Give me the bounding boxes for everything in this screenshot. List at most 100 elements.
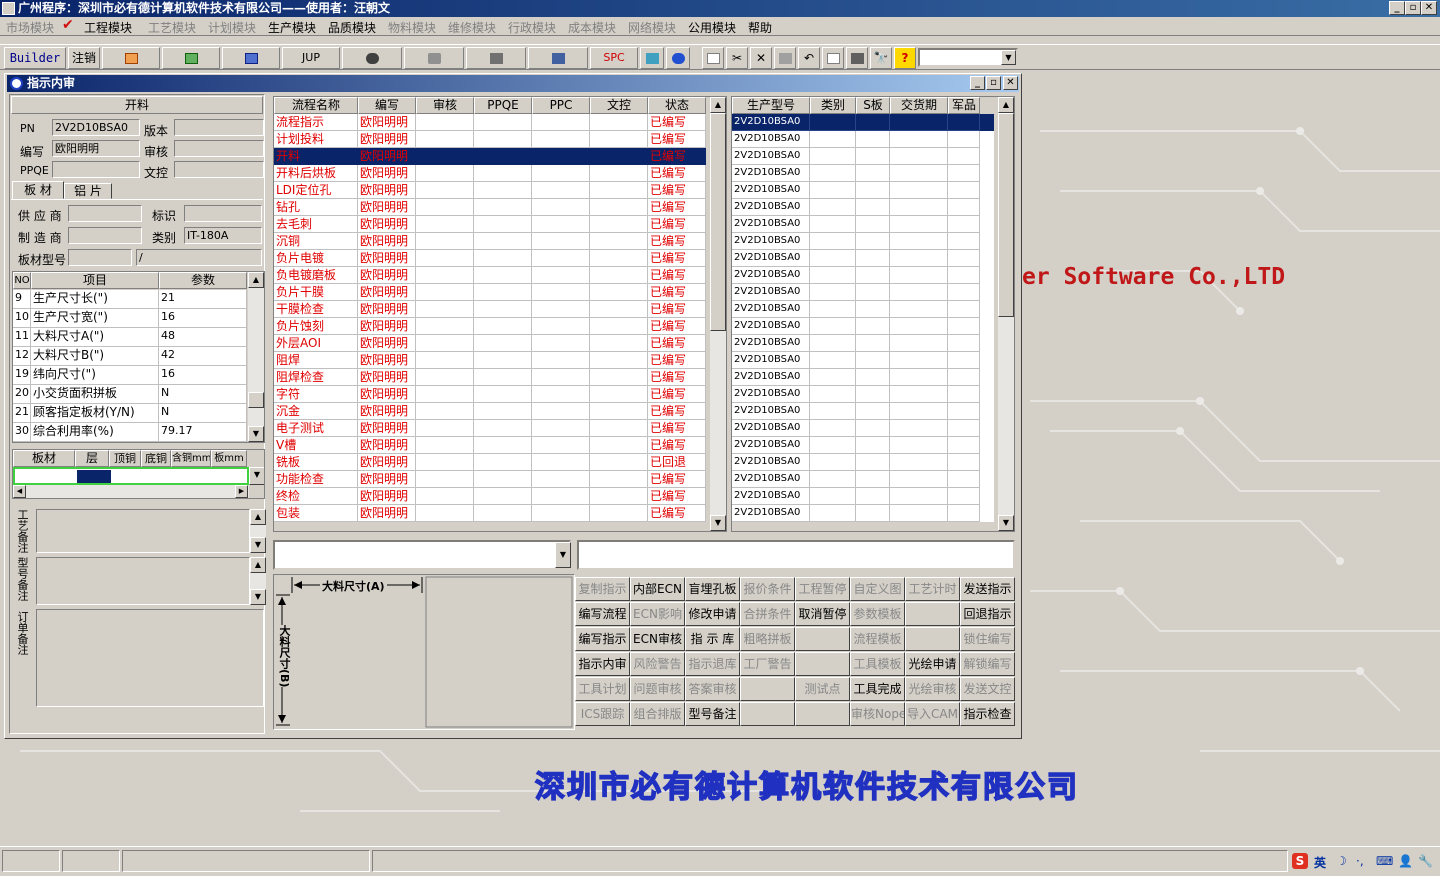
flow-row[interactable]: 包装 欧阳明明 已编写 (274, 505, 706, 522)
tab-aluminum[interactable]: 铝 片 (64, 183, 112, 199)
scroll-up-icon[interactable]: ▲ (710, 97, 726, 113)
menu-item-9[interactable]: 成本模块 (568, 19, 616, 36)
minimize-button[interactable]: _ (1389, 1, 1405, 15)
action-button-3-2[interactable]: 指示退库 (685, 652, 740, 676)
preview-button[interactable] (822, 47, 844, 69)
menu-item-12[interactable]: 帮助 (748, 19, 772, 36)
params-value[interactable]: 42 (159, 347, 247, 366)
scroll-down-icon[interactable]: ▼ (248, 426, 264, 442)
action-button-3-7[interactable]: 解锁编写 (960, 652, 1015, 676)
action-button-3-5[interactable]: 工具模板 (850, 652, 905, 676)
model-header-0[interactable]: 生产型号 (732, 97, 810, 114)
ppqe-field[interactable] (52, 161, 140, 178)
menu-item-8[interactable]: 行政模块 (508, 19, 556, 36)
jup-button[interactable]: JUP (282, 47, 340, 69)
chevron-down-icon[interactable]: ▼ (249, 467, 264, 485)
action-button-4-0[interactable]: 工具计划 (575, 677, 630, 701)
flow-row[interactable]: 字符 欧阳明明 已编写 (274, 386, 706, 403)
flow-row[interactable]: 负电镀磨板 欧阳明明 已编写 (274, 267, 706, 284)
flow-row[interactable]: 终检 欧阳明明 已编写 (274, 488, 706, 505)
action-button-1-1[interactable]: ECN影响 (630, 602, 685, 626)
action-button-0-1[interactable]: 内部ECN (630, 577, 685, 601)
menu-item-11[interactable]: 公用模块 (688, 19, 736, 36)
action-button-1-7[interactable]: 回退指示 (960, 602, 1015, 626)
scroll-down-icon[interactable]: ▼ (998, 515, 1014, 531)
author-field[interactable]: 欧阳明明 (52, 140, 140, 157)
delete-button[interactable]: ✕ (750, 47, 772, 69)
layer-cell-selected[interactable] (77, 470, 111, 483)
params-row[interactable]: 9 生产尺寸长(") 21 (13, 290, 264, 309)
scroll-up-icon[interactable]: ▲ (248, 272, 264, 288)
wrench-icon[interactable]: 🔧 (1418, 854, 1433, 868)
action-button-3-1[interactable]: 风险警告 (630, 652, 685, 676)
scroll-up-icon[interactable]: ▲ (250, 509, 266, 525)
action-button-5-2[interactable]: 型号备注 (685, 702, 740, 726)
model-row[interactable]: 2V2D10BSA0 (732, 318, 994, 335)
action-button-0-4[interactable]: 工程暂停 (795, 577, 850, 601)
excel-button[interactable] (162, 47, 220, 69)
action-button-2-1[interactable]: ECN审核 (630, 627, 685, 651)
restore-button[interactable]: ▫ (1405, 1, 1421, 15)
chevron-down-icon[interactable]: ▼ (555, 542, 571, 568)
flow-row[interactable]: 负片蚀刻 欧阳明明 已编写 (274, 318, 706, 335)
flow-row[interactable]: 沉铜 欧阳明明 已编写 (274, 233, 706, 250)
params-value[interactable]: 16 (159, 309, 247, 328)
scroll-thumb[interactable] (710, 113, 726, 331)
scroll-up-icon[interactable]: ▲ (250, 557, 266, 573)
user-icon[interactable]: 👤 (1398, 854, 1413, 868)
print-button[interactable] (846, 47, 868, 69)
params-value[interactable]: 79.17 (159, 423, 247, 442)
flow-header-4[interactable]: PPC (532, 97, 590, 114)
view-button[interactable] (342, 47, 402, 69)
model-remark-box[interactable] (36, 557, 250, 605)
flow-row[interactable]: V槽 欧阳明明 已编写 (274, 437, 706, 454)
scroll-down-icon[interactable]: ▼ (250, 537, 266, 553)
model-scrollbar[interactable]: ▲ ▼ (998, 97, 1014, 531)
ie-button[interactable] (666, 47, 690, 69)
model-remark-scrollbar[interactable]: ▲ ▼ (250, 557, 266, 605)
powerpoint-button[interactable] (102, 47, 160, 69)
model-row[interactable]: 2V2D10BSA0 (732, 335, 994, 352)
action-button-2-7[interactable]: 锁住编写 (960, 627, 1015, 651)
params-row[interactable]: 20 小交货面积拼板 N (13, 385, 264, 404)
action-button-1-2[interactable]: 修改申请 (685, 602, 740, 626)
maker-field[interactable] (68, 227, 142, 244)
model-header-4[interactable]: 军品 (948, 97, 980, 114)
flow-header-5[interactable]: 文控 (590, 97, 648, 114)
action-button-0-0[interactable]: 复制指示 (575, 577, 630, 601)
undo-button[interactable]: ↶ (798, 47, 820, 69)
scroll-down-icon[interactable]: ▼ (710, 515, 726, 531)
flow-row[interactable]: 干膜检查 欧阳明明 已编写 (274, 301, 706, 318)
find-button[interactable]: 🔭 (870, 47, 892, 69)
params-value[interactable]: N (159, 404, 247, 423)
model-row[interactable]: 2V2D10BSA0 (732, 114, 994, 131)
model-row[interactable]: 2V2D10BSA0 (732, 284, 994, 301)
spc-button[interactable]: SPC (590, 47, 638, 69)
action-button-5-6[interactable]: 导入CAM (905, 702, 960, 726)
flow-row[interactable]: 流程指示 欧阳明明 已编写 (274, 114, 706, 131)
sogou-ime-icon[interactable]: S (1292, 853, 1308, 869)
action-button-2-0[interactable]: 编写指示 (575, 627, 630, 651)
supplier-field[interactable] (68, 205, 142, 222)
action-button-4-4[interactable]: 测试点 (795, 677, 850, 701)
chevron-down-icon[interactable]: ▼ (1001, 50, 1016, 65)
params-value[interactable]: 21 (159, 290, 247, 309)
flow-row[interactable]: 外层AOI 欧阳明明 已编写 (274, 335, 706, 352)
moon-icon[interactable]: ☽ (1336, 854, 1347, 868)
flow-row[interactable]: 开料 欧阳明明 已编写 (274, 148, 706, 165)
punctuation-icon[interactable]: ·, (1356, 854, 1364, 868)
scroll-thumb[interactable] (248, 392, 264, 408)
action-button-5-5[interactable]: 审核Nope (850, 702, 905, 726)
action-button-0-3[interactable]: 报价条件 (740, 577, 795, 601)
close-button[interactable]: ✕ (1421, 1, 1437, 15)
flow-header-0[interactable]: 流程名称 (274, 97, 358, 114)
model-row[interactable]: 2V2D10BSA0 (732, 301, 994, 318)
calc-button[interactable] (640, 47, 664, 69)
menu-item-0[interactable]: 市场模块 (6, 19, 54, 36)
menu-item-4[interactable]: 生产模块 (268, 19, 316, 36)
model-row[interactable]: 2V2D10BSA0 (732, 199, 994, 216)
flow-row[interactable]: 铣板 欧阳明明 已回退 (274, 454, 706, 471)
save-button[interactable] (774, 47, 796, 69)
toolbar-combo[interactable]: ▼ (918, 48, 1018, 67)
model-row[interactable]: 2V2D10BSA0 (732, 505, 994, 522)
